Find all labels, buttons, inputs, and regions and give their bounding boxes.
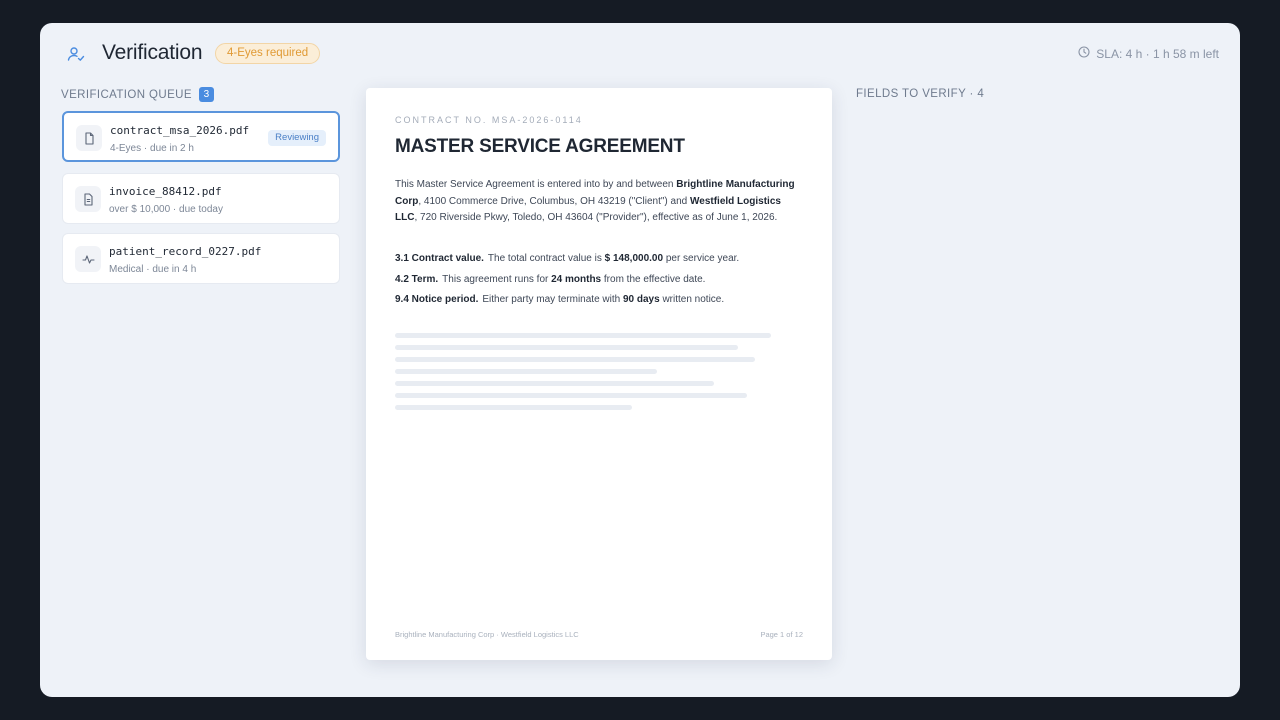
placeholder-line — [395, 381, 714, 386]
queue-item-meta: over $ 10,000 · due today — [109, 204, 223, 215]
user-check-icon — [67, 45, 85, 63]
clause-contract-value: 3.1 Contract value. The total contract va… — [395, 253, 740, 264]
placeholder-line — [395, 357, 755, 362]
contract-number: CONTRACT NO. MSA-2026-0114 — [395, 115, 583, 125]
queue-header: VERIFICATION QUEUE 3 — [61, 87, 214, 102]
queue-item-contract[interactable]: contract_msa_2026.pdf 4-Eyes · due in 2 … — [62, 111, 340, 162]
queue-item-patient-record[interactable]: patient_record_0227.pdf Medical · due in… — [62, 233, 340, 284]
queue-item-name: invoice_88412.pdf — [109, 185, 222, 198]
queue-item-meta: Medical · due in 4 h — [109, 264, 197, 275]
four-eyes-badge: 4-Eyes required — [215, 43, 321, 64]
fields-to-verify-title: FIELDS TO VERIFY · 4 — [856, 88, 985, 100]
placeholder-line — [395, 345, 738, 350]
clock-icon — [1078, 46, 1090, 61]
sla-text: SLA: 4 h · 1 h 58 m left — [1096, 46, 1219, 61]
queue-item-invoice[interactable]: invoice_88412.pdf over $ 10,000 · due to… — [62, 173, 340, 224]
reviewing-badge: Reviewing — [268, 130, 326, 146]
page-indicator: Page 1 of 12 — [760, 630, 803, 639]
document-intro: This Master Service Agreement is entered… — [395, 179, 795, 223]
page-title: Verification — [102, 41, 203, 64]
notice-period-field: 90 days — [622, 294, 660, 305]
clause-term: 4.2 Term. This agreement runs for 24 mont… — [395, 274, 706, 285]
contract-value-field: $ 148,000.00 — [604, 253, 664, 264]
clause-notice-period: 9.4 Notice period. Either party may termi… — [395, 294, 725, 305]
document-viewer[interactable]: CONTRACT NO. MSA-2026-0114 MASTER SERVIC… — [366, 88, 832, 660]
queue-item-name: contract_msa_2026.pdf — [110, 124, 250, 137]
document-footer-parties: Brightline Manufacturing Corp · Westfiel… — [395, 630, 579, 639]
placeholder-line — [395, 369, 657, 374]
document-icon — [76, 125, 102, 151]
queue-item-name: patient_record_0227.pdf — [109, 245, 262, 258]
document-title: MASTER SERVICE AGREEMENT — [395, 136, 685, 157]
invoice-icon — [75, 186, 101, 212]
placeholder-line — [395, 405, 632, 410]
queue-item-meta: 4-Eyes · due in 2 h — [110, 143, 194, 154]
queue-title: VERIFICATION QUEUE — [61, 88, 192, 101]
pulse-icon — [75, 246, 101, 272]
term-field: 24 months — [551, 274, 602, 285]
placeholder-line — [395, 333, 771, 338]
verification-window: Verification 4-Eyes required SLA: 4 h · … — [40, 23, 1240, 697]
sla-indicator: SLA: 4 h · 1 h 58 m left — [1078, 46, 1219, 61]
queue-count-badge: 3 — [198, 87, 214, 102]
placeholder-line — [395, 393, 747, 398]
